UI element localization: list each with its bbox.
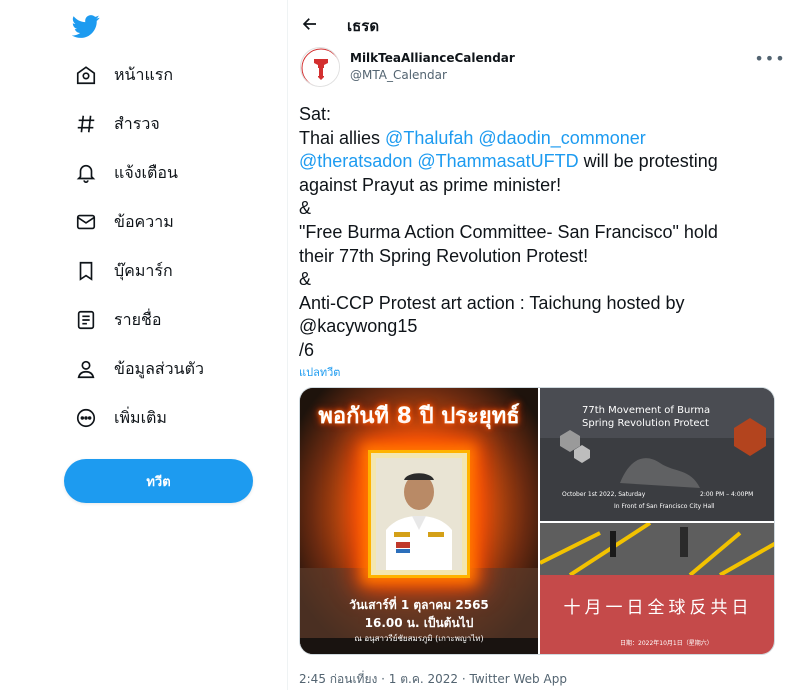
profile-icon (74, 357, 98, 381)
sidebar-item-notifications[interactable]: แจ้งเตือน (62, 151, 190, 195)
tweet-line: "Free Burma Action Committee- San Franci… (299, 221, 718, 242)
more-options-icon[interactable]: ••• (754, 48, 784, 68)
list-icon (74, 308, 98, 332)
poster-title: พอกันที 8 ปี ประยุทธ์ (318, 404, 520, 429)
tweet-line: @theratsadon @ThammasatUFTD will be prot… (299, 150, 769, 174)
sidebar-item-label: ข้อความ (114, 211, 174, 231)
media-image-3[interactable]: 十月一日全球反共日 日期：2022年10月1日（星期六） (540, 523, 774, 654)
poster-time: 16.00 น. เป็นต้นไป (364, 616, 474, 630)
twitter-logo-icon[interactable] (71, 12, 100, 40)
anti-ccp-title: 十月一日全球反共日 (563, 598, 753, 618)
burma-poster-date: October 1st 2022, Saturday (562, 491, 646, 498)
burma-poster-title-line: 77th Movement of Burma (582, 405, 711, 416)
sidebar-item-home[interactable]: หน้าแรก (62, 53, 185, 97)
portrait-image (376, 458, 462, 570)
tweet-button[interactable]: ทวีต (64, 459, 253, 503)
back-arrow-icon[interactable] (298, 12, 322, 36)
poster-place: ณ อนุสาวรีย์ชัยสมรภูมิ (เกาะพญาไท) (354, 634, 484, 643)
mention-link[interactable]: @daodin_commoner (478, 128, 645, 148)
anti-ccp-date: 日期：2022年10月1日（星期六） (620, 640, 713, 647)
sidebar-item-label: สำรวจ (114, 113, 160, 133)
tweet-line: Thai allies @Thalufah @daodin_commoner (299, 127, 769, 151)
sidebar-item-more[interactable]: เพิ่มเติม (62, 396, 179, 440)
sidebar-item-label: รายชื่อ (114, 309, 162, 329)
burma-poster-title: 77th Movement of Burma Spring Revolution… (582, 404, 710, 430)
sidebar-item-label: หน้าแรก (114, 64, 174, 84)
burma-poster-time: 2:00 PM – 4:00PM (700, 491, 754, 498)
hashtag-icon (74, 112, 98, 136)
tweet-text-segment: will be protesting (578, 151, 718, 172)
sidebar-item-explore[interactable]: สำรวจ (62, 102, 172, 146)
burma-poster-title-line: Spring Revolution Protect (582, 418, 709, 429)
thread-header: เธรด (288, 0, 800, 48)
thread-column: เธรด MilkTeaAllianceCalendar @MTA_Calend… (288, 0, 800, 690)
street-photo (540, 523, 774, 575)
mail-icon (74, 210, 98, 234)
tweet-timestamp[interactable]: 2:45 ก่อนเที่ยง · 1 ต.ค. 2022 · Twitter … (299, 670, 567, 689)
tweet-line: /6 (299, 339, 315, 360)
tweet-text: Sat: Thai allies @Thalufah @daodin_commo… (299, 103, 769, 363)
portrait-frame (368, 450, 470, 578)
media-grid: พอกันที 8 ปี ประยุทธ์ วันเสาร์ที่ 1 ตุลา… (299, 387, 775, 655)
author-display-name[interactable]: MilkTeaAllianceCalendar (350, 51, 515, 65)
more-circle-icon (74, 406, 98, 430)
mention-link[interactable]: @theratsadon (299, 151, 412, 171)
translate-tweet-link[interactable]: แปลทวีต (299, 363, 340, 381)
sidebar-item-lists[interactable]: รายชื่อ (62, 298, 173, 342)
tweet-line: @kacywong15 (299, 316, 418, 337)
sidebar-item-bookmarks[interactable]: บุ๊คมาร์ก (62, 249, 185, 293)
sidebar-item-label: แจ้งเตือน (114, 162, 178, 182)
bookmark-icon (74, 259, 98, 283)
sidebar-item-label: บุ๊คมาร์ก (114, 260, 173, 280)
poster-date: วันเสาร์ที่ 1 ตุลาคม 2565 (349, 598, 489, 612)
bell-icon (74, 161, 98, 185)
avatar[interactable] (300, 47, 340, 87)
mention-link[interactable]: @Thalufah (385, 128, 473, 148)
tweet-line: their 77th Spring Revolution Protest! (299, 245, 589, 266)
tweet-line: & (299, 269, 312, 290)
burma-poster-place: In Front of San Francisco City Hall (614, 503, 715, 510)
tweet-line: against Prayut as prime minister! (299, 174, 562, 195)
media-image-2[interactable]: 77th Movement of Burma Spring Revolution… (540, 388, 774, 521)
sidebar-item-label: ข้อมูลส่วนตัว (114, 358, 204, 378)
tweet-text-segment: Thai allies (299, 127, 386, 148)
sidebar-item-label: เพิ่มเติม (114, 407, 167, 427)
home-icon (74, 63, 98, 87)
tweet-line: Sat: (299, 104, 332, 124)
tweet-line: & (299, 198, 312, 219)
page-title: เธรด (347, 17, 380, 35)
sidebar: หน้าแรก สำรวจ แจ้งเตือน ข้อความ บุ๊คมาร์… (0, 0, 287, 690)
media-image-1[interactable]: พอกันที 8 ปี ประยุทธ์ วันเสาร์ที่ 1 ตุลา… (300, 388, 538, 654)
author-handle[interactable]: @MTA_Calendar (350, 68, 447, 82)
sidebar-item-profile[interactable]: ข้อมูลส่วนตัว (62, 347, 216, 391)
tweet-line: Anti-CCP Protest art action : Taichung h… (299, 292, 685, 313)
sidebar-item-messages[interactable]: ข้อความ (62, 200, 186, 244)
mention-link[interactable]: @ThammasatUFTD (417, 151, 578, 171)
